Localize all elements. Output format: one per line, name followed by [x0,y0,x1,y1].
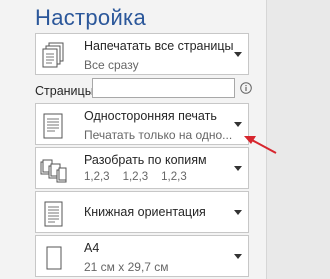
paper-size-label: A4 [84,241,100,255]
paper-size-icon [46,246,62,270]
preview-pane-edge [266,0,330,279]
collate-order: 1,2,3 1,2,3 1,2,3 [84,171,200,183]
orientation-label: Книжная ориентация [84,205,206,219]
collate-label: Разобрать по копиям [84,153,207,167]
paper-size-dropdown[interactable]: A4 21 см x 29,7 см [35,235,249,277]
print-sides-sub: Печатать только на одно... [84,128,233,142]
pages-icon [42,42,64,68]
chevron-down-icon [234,254,242,259]
collate-dropdown[interactable]: Разобрать по копиям 1,2,3 1,2,3 1,2,3 [35,147,249,189]
print-range-dropdown[interactable]: Напечатать все страницы Все сразу [35,33,249,75]
chevron-down-icon [234,166,242,171]
chevron-down-icon [234,210,242,215]
orientation-dropdown[interactable]: Книжная ориентация [35,191,249,233]
print-range-label: Напечатать все страницы [84,39,234,53]
settings-title: Настройка [35,5,147,30]
print-range-sub: Все сразу [84,58,139,72]
pages-label: Страницы: [35,84,98,98]
portrait-orientation-icon [44,201,63,227]
collate-copy-1: 1,2,3 [84,171,110,183]
print-sides-dropdown[interactable]: Односторонняя печать Печатать только на … [35,103,249,145]
info-icon[interactable] [240,82,252,94]
chevron-down-icon [234,122,242,127]
single-sided-icon [43,113,63,139]
collate-copy-3: 1,2,3 [161,171,187,183]
print-sides-label: Односторонняя печать [84,109,217,123]
paper-size-sub: 21 см x 29,7 см [84,260,169,274]
collate-copy-2: 1,2,3 [122,171,149,183]
chevron-down-icon [234,52,242,57]
pages-input[interactable] [92,78,235,98]
collate-icon [40,159,67,183]
